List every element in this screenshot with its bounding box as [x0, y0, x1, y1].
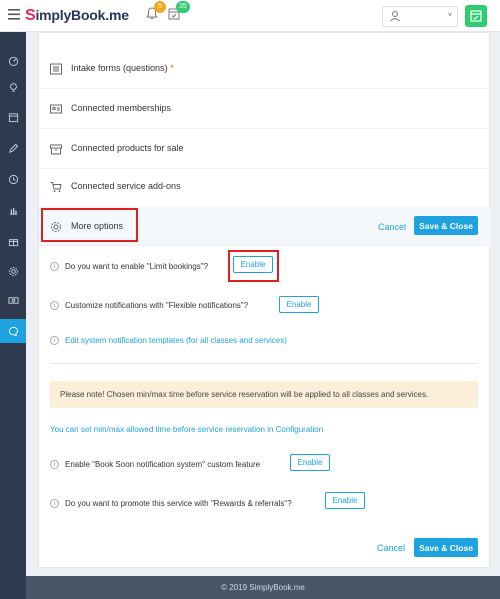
edit-templates-link[interactable]: Edit system notification templates (for …: [65, 336, 287, 345]
divider: [50, 363, 478, 364]
clock-icon: [8, 174, 18, 184]
memberships-label: Connected memberships: [71, 103, 172, 113]
save-close-button-top[interactable]: Save & Close: [414, 216, 478, 235]
bar-chart-icon: [9, 207, 17, 215]
book-soon-label: Enable "Book Soon notification system" c…: [65, 460, 261, 469]
info-icon: i: [50, 336, 59, 345]
list-icon: [50, 63, 62, 75]
info-icon: i: [50, 301, 59, 310]
save-close-button-bottom[interactable]: Save & Close: [414, 538, 478, 557]
user-icon: [390, 11, 400, 22]
top-bar: SimplyBook.me 5 35 ˅: [0, 0, 500, 32]
tasks-button[interactable]: 35: [168, 1, 190, 23]
service-settings-card: Intake forms (questions) * Connected mem…: [38, 32, 491, 568]
sidebar: [0, 32, 26, 599]
calendar-icon: [8, 112, 18, 122]
sidebar-item-reports[interactable]: [0, 198, 26, 222]
rewards-label: Do you want to promote this service with…: [65, 499, 292, 508]
enable-limit-bookings-button[interactable]: Enable: [233, 256, 273, 273]
logo[interactable]: SimplyBook.me: [25, 7, 129, 25]
products-row[interactable]: Connected products for sale: [39, 129, 491, 169]
calendar-icon: [470, 10, 482, 22]
info-icon: i: [50, 262, 59, 271]
membership-card-icon: [50, 104, 62, 114]
sidebar-item-gifts[interactable]: [0, 229, 26, 253]
limit-bookings-option: i Do you want to enable "Limit bookings"…: [50, 262, 208, 271]
flexible-notifications-label: Customize notifications with "Flexible n…: [65, 301, 249, 310]
sidebar-item-dashboard[interactable]: [0, 48, 26, 72]
cancel-button-top[interactable]: Cancel: [378, 222, 406, 232]
book-soon-option: i Enable "Book Soon notification system"…: [50, 460, 260, 469]
info-icon: i: [50, 460, 59, 469]
enable-rewards-button[interactable]: Enable: [325, 492, 365, 509]
addons-row[interactable]: Connected service add-ons: [39, 167, 491, 207]
enable-flexible-notifications-button[interactable]: Enable: [279, 296, 319, 313]
tasks-badge: 35: [176, 1, 190, 13]
limit-bookings-label: Do you want to enable "Limit bookings"?: [65, 262, 209, 271]
chat-icon: [8, 326, 18, 336]
gear-icon: [8, 266, 18, 276]
more-options-row[interactable]: More options Cancel Save & Close: [39, 206, 491, 246]
dashboard-icon: [8, 56, 18, 66]
footer: © 2019 SimplyBook.me: [26, 576, 500, 599]
addons-label: Connected service add-ons: [71, 181, 181, 191]
intake-forms-label: Intake forms (questions) *: [71, 63, 174, 73]
notifications-button[interactable]: 5: [146, 1, 166, 23]
pencil-icon: [8, 143, 18, 153]
edit-templates-option: i Edit system notification templates (fo…: [50, 336, 287, 345]
notifications-badge: 5: [154, 1, 166, 13]
more-options-label: More options: [71, 221, 124, 231]
sidebar-item-calendar[interactable]: [0, 105, 26, 129]
products-label: Connected products for sale: [71, 143, 184, 153]
gift-icon: [8, 238, 18, 246]
gear-icon: [51, 222, 61, 232]
box-icon: [50, 144, 62, 155]
min-max-notice: Please note! Chosen min/max time before …: [50, 381, 478, 408]
cart-icon: [50, 182, 62, 193]
sidebar-item-edit[interactable]: [0, 136, 26, 160]
money-icon: [7, 296, 19, 304]
enable-book-soon-button[interactable]: Enable: [290, 454, 330, 471]
cancel-button-bottom[interactable]: Cancel: [377, 543, 405, 553]
chevron-down-icon: ˅: [447, 12, 452, 19]
sidebar-item-ideas[interactable]: [0, 75, 26, 99]
sidebar-item-messages[interactable]: [0, 319, 26, 343]
intake-forms-row[interactable]: Intake forms (questions) *: [39, 49, 491, 89]
user-menu[interactable]: ˅: [382, 6, 458, 27]
calendar-button[interactable]: [465, 5, 487, 27]
menu-icon[interactable]: [8, 9, 20, 21]
sidebar-item-finance[interactable]: [0, 288, 26, 312]
sidebar-item-history[interactable]: [0, 167, 26, 191]
memberships-row[interactable]: Connected memberships: [39, 89, 491, 129]
info-icon: i: [50, 499, 59, 508]
lightbulb-icon: [9, 82, 17, 92]
configuration-link[interactable]: You can set min/max allowed time before …: [50, 425, 323, 434]
rewards-option: i Do you want to promote this service wi…: [50, 499, 292, 508]
sidebar-item-settings[interactable]: [0, 259, 26, 283]
flexible-notifications-option: i Customize notifications with "Flexible…: [50, 301, 248, 310]
